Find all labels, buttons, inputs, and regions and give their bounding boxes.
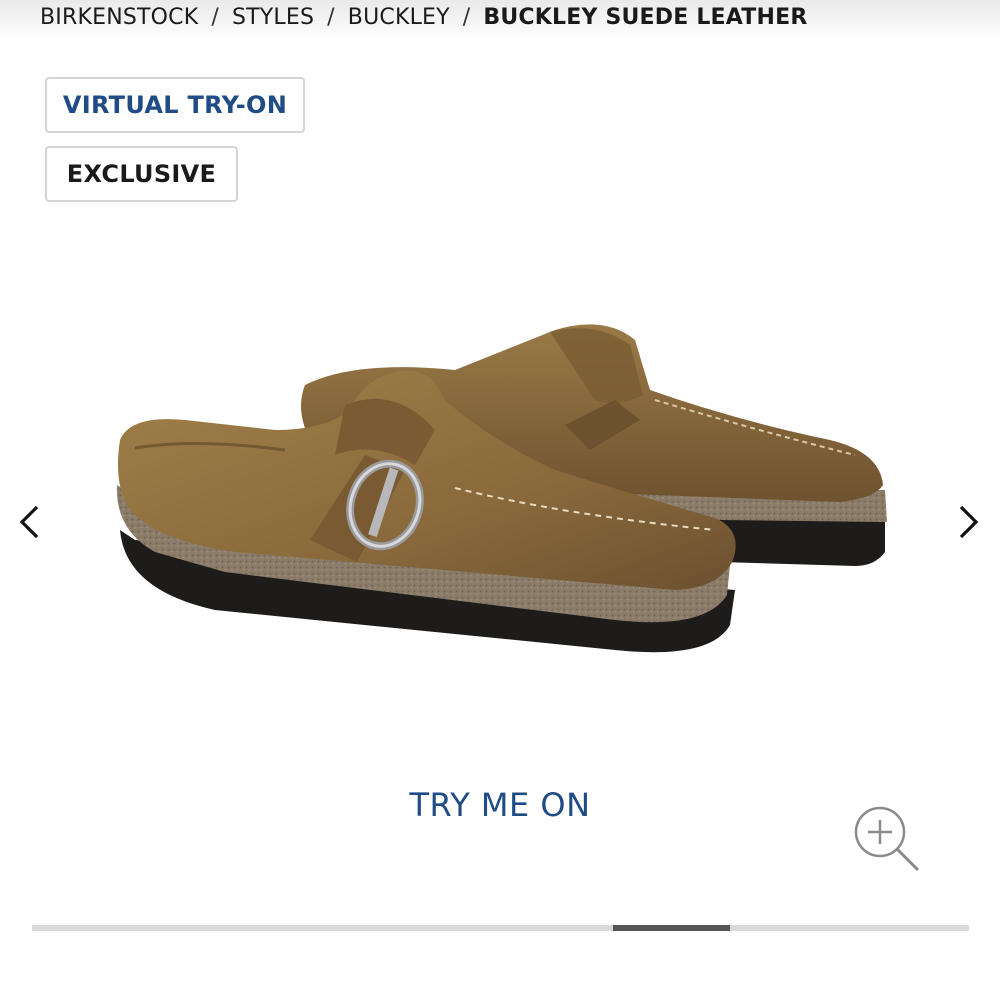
virtual-try-on-badge[interactable]: VIRTUAL TRY-ON [45,77,305,133]
carousel-next-button[interactable] [948,500,988,544]
product-image[interactable] [95,290,905,690]
zoom-button[interactable] [852,804,922,874]
breadcrumb: BIRKENSTOCK / STYLES / BUCKLEY / BUCKLEY… [40,0,808,34]
try-me-on-link[interactable]: TRY ME ON [300,786,700,824]
breadcrumb-separator: / [462,4,471,30]
breadcrumb-link-styles[interactable]: STYLES [232,5,314,30]
carousel-prev-button[interactable] [10,500,50,544]
zoom-in-icon [854,806,920,872]
chevron-left-icon [19,505,39,539]
chevron-right-icon [959,505,979,539]
breadcrumb-separator: / [327,4,335,30]
breadcrumb-separator: / [211,4,219,30]
carousel-progress-thumb[interactable] [612,925,731,931]
breadcrumb-current: BUCKLEY SUEDE LEATHER [483,4,808,30]
breadcrumb-link-buckley[interactable]: BUCKLEY [348,5,450,30]
exclusive-badge: EXCLUSIVE [45,146,238,202]
suede-clog-pair-icon [116,324,887,653]
carousel-progress-track [32,925,969,931]
breadcrumb-link-birkenstock[interactable]: BIRKENSTOCK [40,5,198,30]
